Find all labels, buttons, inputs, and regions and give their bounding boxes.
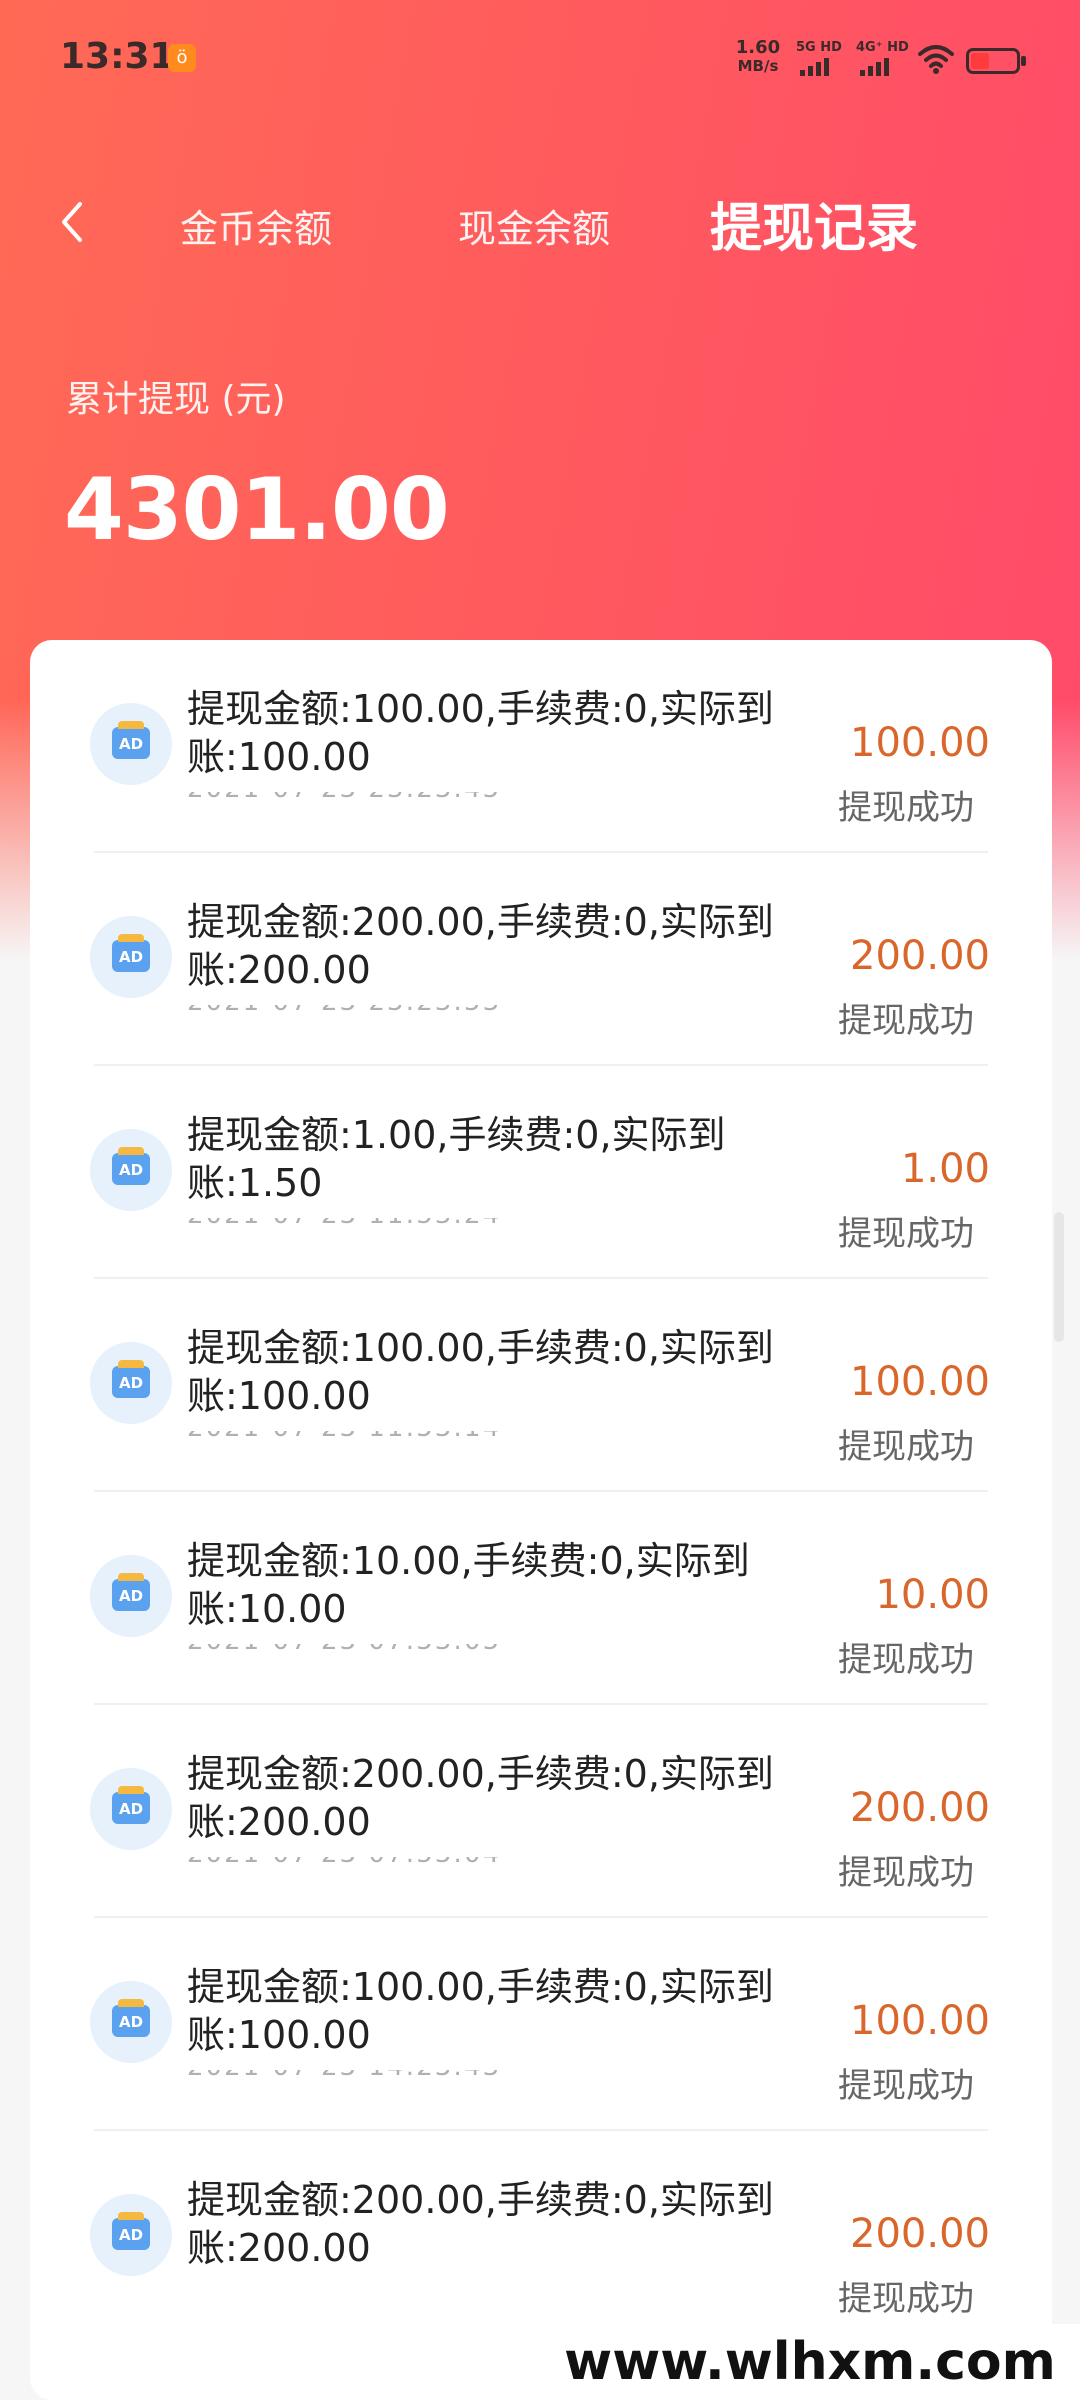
record-status: 提现成功 bbox=[838, 2066, 974, 2106]
ad-wallet-icon: AD bbox=[90, 703, 172, 785]
signal-4g-icon: 4G⁺ HD bbox=[856, 40, 909, 76]
tab-cash-balance[interactable]: 现金余额 bbox=[458, 198, 610, 253]
total-withdraw-label: 累计提现 (元) bbox=[66, 379, 286, 420]
tab-withdraw-records[interactable]: 提现记录 bbox=[710, 186, 918, 261]
ad-wallet-icon: AD bbox=[90, 2194, 172, 2276]
record-row[interactable]: AD 提现金额:100.00,手续费:0,实际到账:100.00 2021-07… bbox=[30, 1279, 1052, 1492]
record-description: 提现金额:100.00,手续费:0,实际到账:100.00 bbox=[187, 1965, 774, 2057]
record-description: 提现金额:200.00,手续费:0,实际到账:200.00 bbox=[187, 1752, 774, 1844]
wifi-icon bbox=[918, 45, 954, 74]
record-amount: 100.00 bbox=[850, 1998, 990, 2044]
record-row[interactable]: AD 提现金额:100.00,手续费:0,实际到账:100.00 2021-07… bbox=[30, 1918, 1052, 2131]
signal-5g-label: 5G HD bbox=[796, 40, 842, 55]
record-status: 提现成功 bbox=[838, 1001, 974, 1041]
scrollbar-thumb[interactable] bbox=[1054, 1212, 1064, 1342]
record-status: 提现成功 bbox=[838, 2279, 974, 2319]
ad-wallet-icon: AD bbox=[90, 1129, 172, 1211]
battery-icon bbox=[966, 48, 1026, 74]
record-status: 提现成功 bbox=[838, 1427, 974, 1467]
record-description: 提现金额:200.00,手续费:0,实际到账:200.00 bbox=[187, 2178, 774, 2270]
total-withdraw-amount: 4301.00 bbox=[64, 460, 450, 560]
record-description: 提现金额:100.00,手续费:0,实际到账:100.00 bbox=[187, 1326, 774, 1418]
withdraw-records-list: AD 提现金额:100.00,手续费:0,实际到账:100.00 2021-07… bbox=[30, 640, 1052, 2400]
network-speed-unit: MB/s bbox=[737, 57, 779, 75]
record-row[interactable]: AD 提现金额:1.00,手续费:0,实际到账:1.50 2021-07-23 … bbox=[30, 1066, 1052, 1279]
record-status: 提现成功 bbox=[838, 1640, 974, 1680]
record-amount: 100.00 bbox=[850, 1359, 990, 1405]
record-description: 提现金额:200.00,手续费:0,实际到账:200.00 bbox=[187, 900, 774, 992]
record-row[interactable]: AD 提现金额:100.00,手续费:0,实际到账:100.00 2021-07… bbox=[30, 640, 1052, 853]
record-row[interactable]: AD 提现金额:10.00,手续费:0,实际到账:10.00 2021-07-2… bbox=[30, 1492, 1052, 1705]
record-amount: 10.00 bbox=[875, 1572, 990, 1618]
app-notification-icon: ö bbox=[168, 44, 196, 72]
ad-wallet-icon: AD bbox=[90, 1981, 172, 2063]
record-description: 提现金额:10.00,手续费:0,实际到账:10.00 bbox=[187, 1539, 750, 1631]
record-amount: 200.00 bbox=[850, 933, 990, 979]
signal-4g-label: 4G⁺ HD bbox=[856, 40, 909, 55]
status-time: 13:31 bbox=[60, 36, 175, 77]
ad-wallet-icon: AD bbox=[90, 1342, 172, 1424]
ad-wallet-icon: AD bbox=[90, 1768, 172, 1850]
signal-5g-icon: 5G HD bbox=[796, 40, 842, 76]
record-time: 2021-07-23 23:23:53 bbox=[187, 1005, 567, 1015]
record-row[interactable]: AD 提现金额:200.00,手续费:0,实际到账:200.00 2021-07… bbox=[30, 1705, 1052, 1918]
ad-wallet-icon: AD bbox=[90, 916, 172, 998]
record-time bbox=[187, 2283, 567, 2293]
record-time: 2021-07-23 23:23:45 bbox=[187, 792, 567, 802]
back-arrow-icon[interactable] bbox=[48, 190, 98, 254]
record-amount: 1.00 bbox=[900, 1146, 990, 1192]
status-bar: 13:31 ö 1.60 MB/s 5G HD 4G⁺ HD bbox=[0, 0, 1080, 115]
record-time: 2021-07-23 07:53:05 bbox=[187, 1644, 567, 1654]
record-time: 2021-07-23 07:53:04 bbox=[187, 1857, 567, 1867]
ad-wallet-icon: AD bbox=[90, 1555, 172, 1637]
network-speed-value: 1.60 bbox=[735, 37, 781, 58]
record-status: 提现成功 bbox=[838, 1853, 974, 1893]
record-description: 提现金额:1.00,手续费:0,实际到账:1.50 bbox=[187, 1113, 726, 1205]
record-time: 2021-07-23 14:23:43 bbox=[187, 2070, 567, 2080]
record-time: 2021-07-23 11:53:14 bbox=[187, 1431, 567, 1441]
record-row[interactable]: AD 提现金额:200.00,手续费:0,实际到账:200.00 200.00 … bbox=[30, 2131, 1052, 2344]
record-description: 提现金额:100.00,手续费:0,实际到账:100.00 bbox=[187, 687, 774, 779]
record-status: 提现成功 bbox=[838, 788, 974, 828]
tab-coin-balance[interactable]: 金币余额 bbox=[180, 198, 332, 253]
record-amount: 100.00 bbox=[850, 720, 990, 766]
record-amount: 200.00 bbox=[850, 2211, 990, 2257]
record-time: 2021-07-23 11:53:24 bbox=[187, 1218, 567, 1228]
record-row[interactable]: AD 提现金额:200.00,手续费:0,实际到账:200.00 2021-07… bbox=[30, 853, 1052, 1066]
record-status: 提现成功 bbox=[838, 1214, 974, 1254]
network-speed: 1.60 MB/s bbox=[730, 37, 786, 75]
record-amount: 200.00 bbox=[850, 1785, 990, 1831]
watermark-text: www.wlhxm.com bbox=[540, 2324, 1080, 2400]
